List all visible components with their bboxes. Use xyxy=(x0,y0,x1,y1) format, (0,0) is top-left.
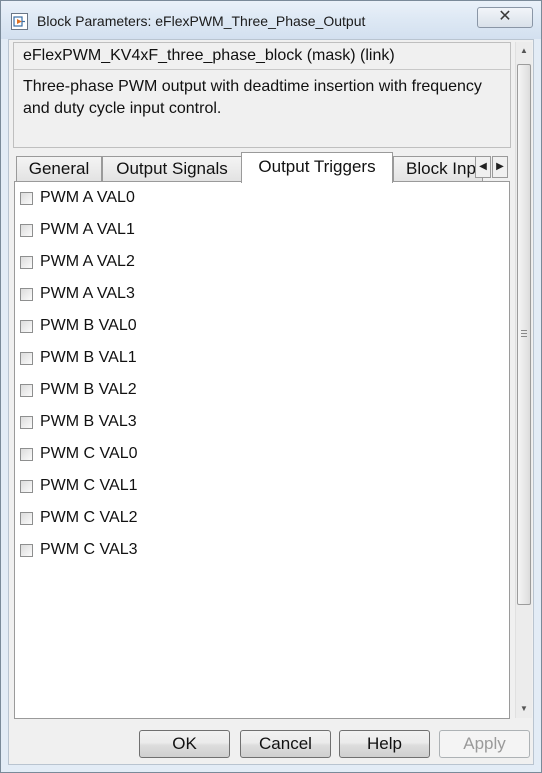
window-title: Block Parameters: eFlexPWM_Three_Phase_O… xyxy=(37,13,366,29)
close-button[interactable]: ✕ xyxy=(477,7,533,28)
checkbox[interactable] xyxy=(20,352,33,365)
grip-line xyxy=(521,330,527,331)
ok-button[interactable]: OK xyxy=(139,730,230,758)
scroll-up-icon[interactable]: ▲ xyxy=(520,46,528,55)
help-button[interactable]: Help xyxy=(339,730,430,758)
checkbox[interactable] xyxy=(20,288,33,301)
dialog-body: eFlexPWM_KV4xF_three_phase_block (mask) … xyxy=(8,39,534,765)
checkbox-label: PWM C VAL3 xyxy=(40,541,138,558)
tab-scroll-left-icon[interactable]: ◀ xyxy=(475,156,491,178)
checkbox[interactable] xyxy=(20,448,33,461)
tab-general[interactable]: General xyxy=(16,156,102,182)
checkbox-label: PWM C VAL1 xyxy=(40,477,138,494)
checkbox-label: PWM C VAL0 xyxy=(40,445,138,462)
output-triggers-panel: PWM A VAL0 PWM A VAL1 PWM A VAL2 PWM A V… xyxy=(14,181,510,719)
grip-line xyxy=(521,336,527,337)
grip-line xyxy=(521,333,527,334)
checkbox[interactable] xyxy=(20,192,33,205)
checkbox-label: PWM A VAL2 xyxy=(40,253,135,270)
tab-output-signals[interactable]: Output Signals xyxy=(102,156,242,182)
apply-button[interactable]: Apply xyxy=(439,730,530,758)
scrollbar-thumb[interactable] xyxy=(517,64,531,605)
checkbox-label: PWM A VAL0 xyxy=(40,189,135,206)
close-icon: ✕ xyxy=(498,8,512,25)
checkbox-label: PWM A VAL3 xyxy=(40,285,135,302)
checkbox-label: PWM B VAL2 xyxy=(40,381,137,398)
tab-block-inputs[interactable]: Block Inp xyxy=(393,156,483,182)
checkbox[interactable] xyxy=(20,480,33,493)
checkbox[interactable] xyxy=(20,544,33,557)
checkbox[interactable] xyxy=(20,320,33,333)
cancel-button[interactable]: Cancel xyxy=(240,730,331,758)
header-divider xyxy=(14,69,510,70)
block-description: Three-phase PWM output with deadtime ins… xyxy=(23,78,482,117)
checkbox-label: PWM B VAL3 xyxy=(40,413,137,430)
block-name: eFlexPWM_KV4xF_three_phase_block (mask) … xyxy=(23,47,395,64)
scroll-down-icon[interactable]: ▼ xyxy=(520,704,528,713)
checkbox-label: PWM A VAL1 xyxy=(40,221,135,238)
vertical-scrollbar[interactable]: ▲ ▼ xyxy=(515,42,532,718)
checkbox[interactable] xyxy=(20,384,33,397)
tab-bar: General Output Signals Output Triggers B… xyxy=(16,152,508,183)
tab-scroll-right-icon[interactable]: ▶ xyxy=(492,156,508,178)
checkbox[interactable] xyxy=(20,512,33,525)
checkbox-label: PWM B VAL1 xyxy=(40,349,137,366)
block-description-panel: eFlexPWM_KV4xF_three_phase_block (mask) … xyxy=(13,42,511,148)
checkbox[interactable] xyxy=(20,256,33,269)
checkbox-label: PWM C VAL2 xyxy=(40,509,138,526)
tab-output-triggers[interactable]: Output Triggers xyxy=(241,152,393,183)
checkbox-label: PWM B VAL0 xyxy=(40,317,137,334)
checkbox[interactable] xyxy=(20,224,33,237)
checkbox[interactable] xyxy=(20,416,33,429)
dialog-window: Block Parameters: eFlexPWM_Three_Phase_O… xyxy=(0,0,542,773)
simulink-block-icon xyxy=(11,13,28,30)
title-bar[interactable]: Block Parameters: eFlexPWM_Three_Phase_O… xyxy=(1,1,541,39)
